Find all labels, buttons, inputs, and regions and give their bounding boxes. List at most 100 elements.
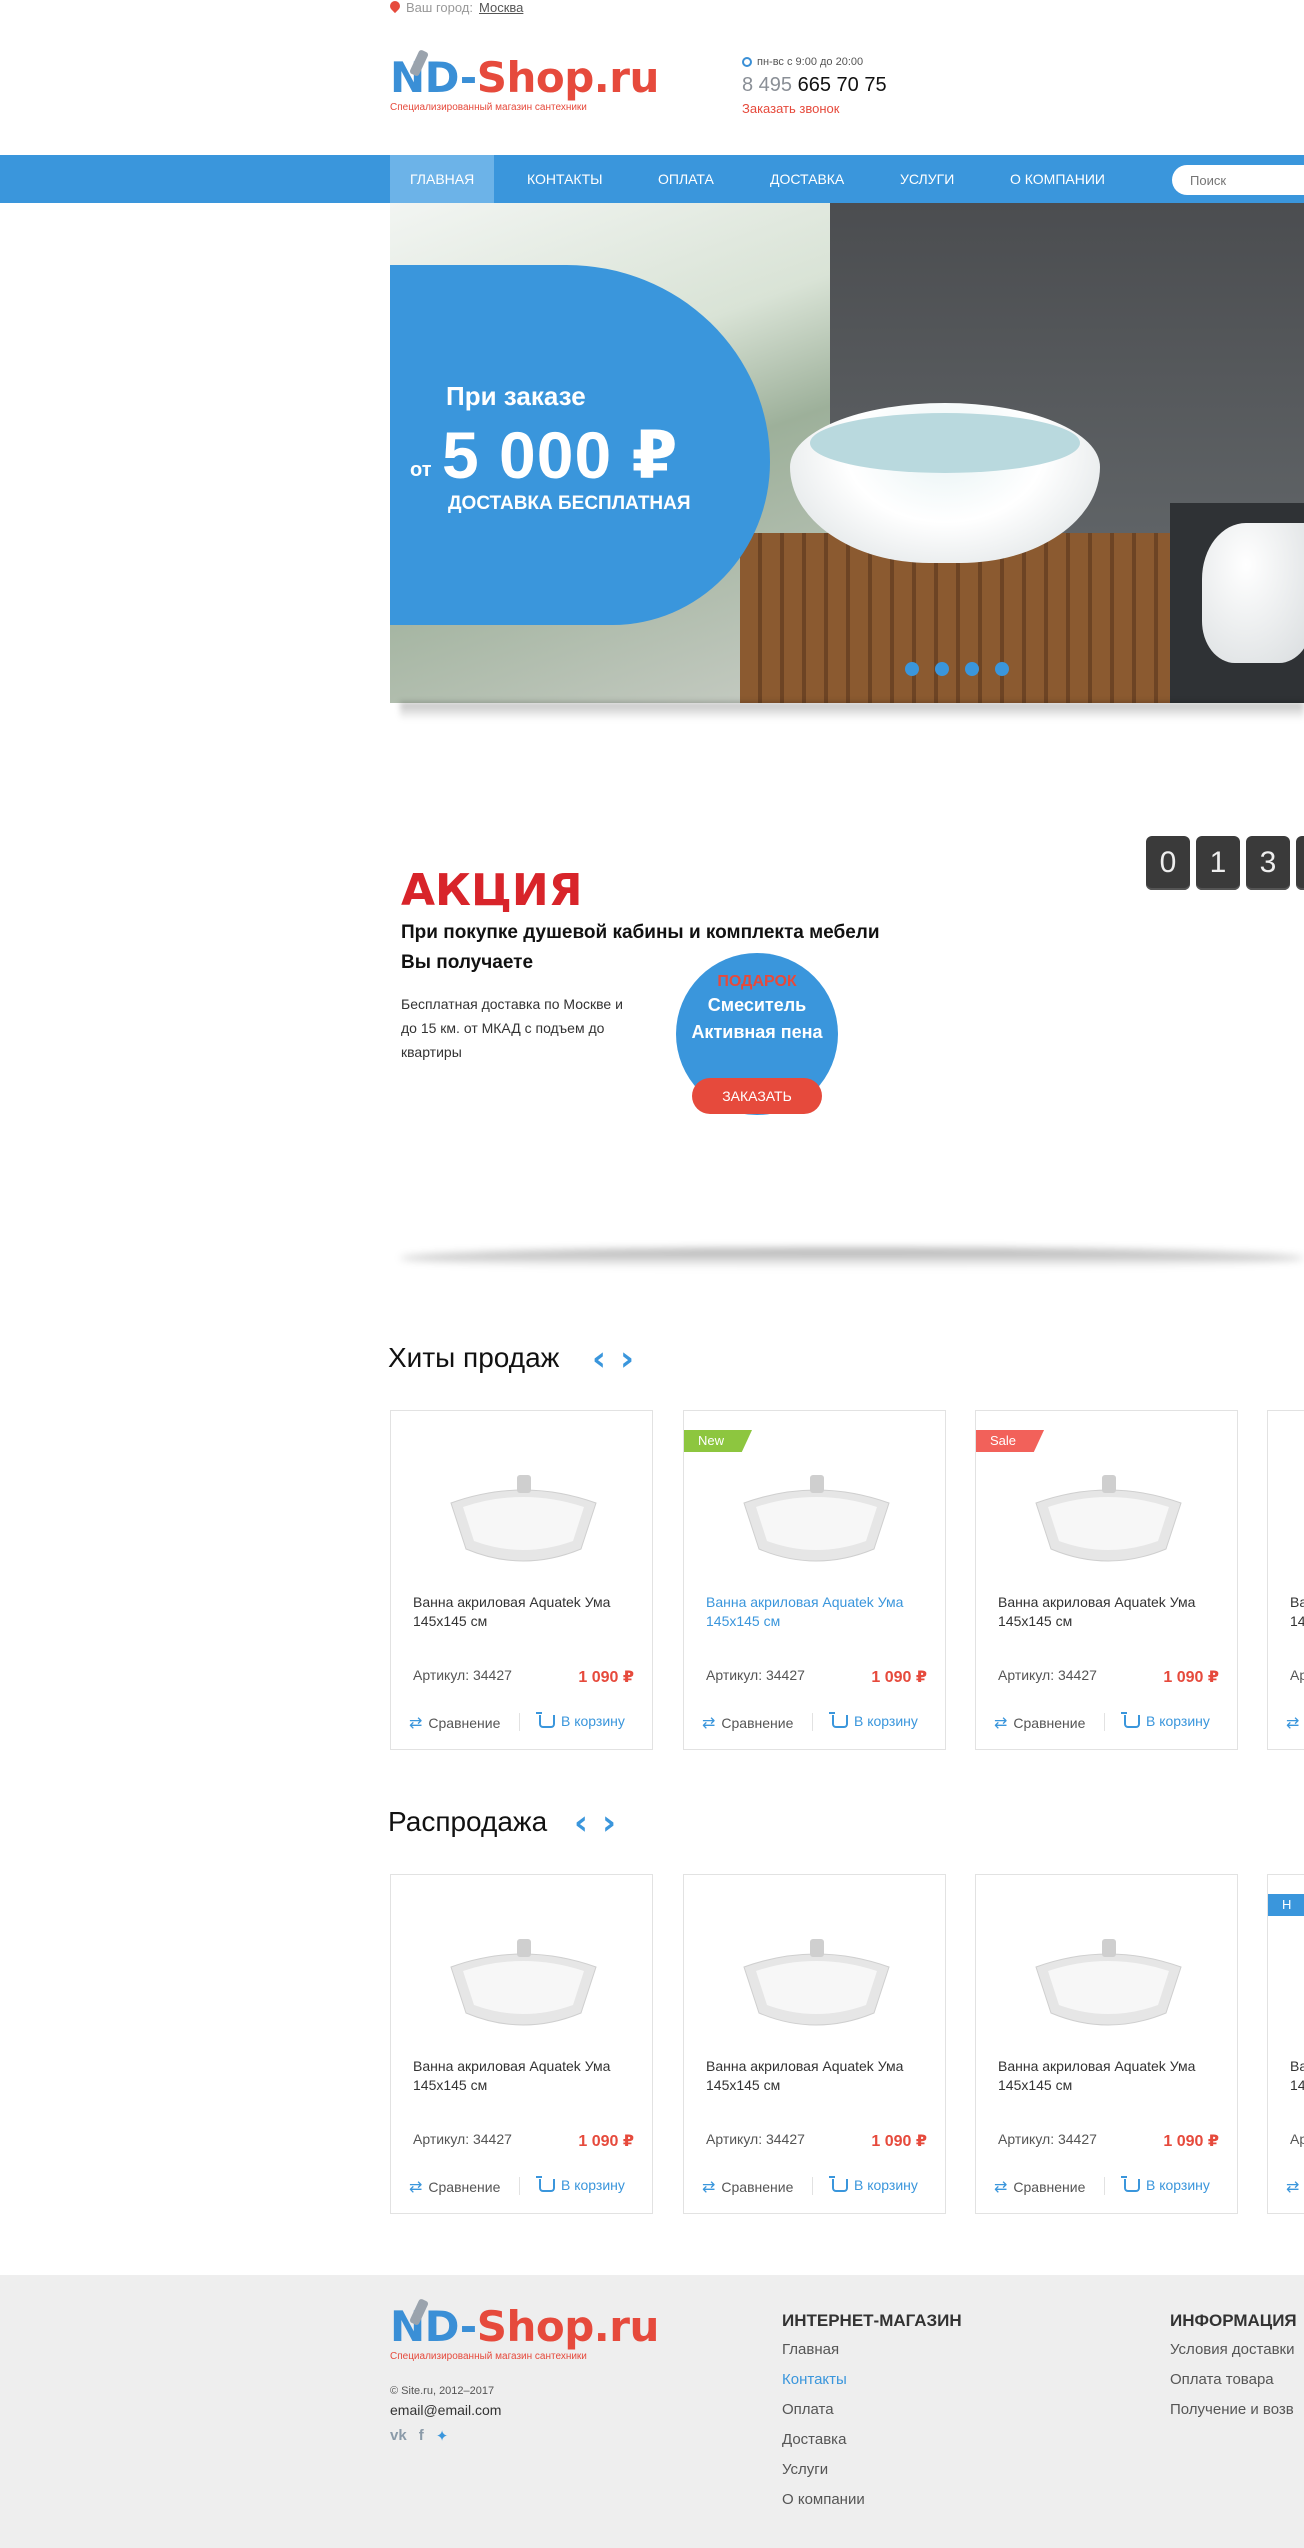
add-to-cart-label: В корзину [561,1713,625,1729]
product-card[interactable]: Ванна акриловая Aquatek Ума 145х145 см Ар… [1267,1410,1304,1750]
header-logo[interactable]: ND-Shop.ru Специализированный магазин са… [390,49,659,113]
product-article: Артикул: 34427 [998,1667,1097,1683]
product-name[interactable]: Ванна акриловая Aquatek Ума 145х145 см [998,2057,1223,2095]
product-card[interactable]: New Ванна акриловая Aquatek Ума 145х145 с… [683,1410,946,1750]
compare-button[interactable]: ⇄Сравнение [409,2177,500,2197]
compare-icon: ⇄ [409,2179,423,2196]
product-image[interactable] [1026,1461,1191,1571]
gift-item: Активная пена [691,1022,823,1042]
sale-next-arrow-icon[interactable]: › [602,1806,616,1840]
product-card[interactable]: Ванна акриловая Aquatek Ума 145х145 см Ар… [390,1874,653,2214]
footer-link-contacts[interactable]: Контакты [782,2371,847,2388]
facebook-icon[interactable]: f [419,2427,424,2445]
product-tag: New [684,1430,753,1452]
footer-link-delivery-terms[interactable]: Условия доставки [1170,2341,1294,2358]
add-to-cart-label: В корзину [854,2177,918,2193]
product-card[interactable]: Ванна акриловая Aquatek Ума 145х145 см Ар… [390,1410,653,1750]
product-name[interactable]: Ванна акриловая Aquatek Ума 145х145 см [706,1593,931,1631]
product-card[interactable]: Ванна акриловая Aquatek Ума 145х145 см Ар… [975,1874,1238,2214]
nav-item-services[interactable]: УСЛУГИ [880,155,974,203]
footer-logo[interactable]: ND-Shop.ru Специализированный магазин са… [390,2298,660,2362]
phone-number[interactable]: 8 495 665 70 75 [742,74,887,97]
compare-icon: ⇄ [702,1715,716,1732]
footer: ND-Shop.ru Специализированный магазин са… [0,2275,1304,2548]
product-tag: Н [1268,1894,1304,1916]
compare-button[interactable]: ⇄Сравнение [409,1713,500,1733]
nav-item-delivery[interactable]: ДОСТАВКА [750,155,864,203]
footer-link-services[interactable]: Услуги [782,2461,828,2478]
sale-prev-arrow-icon[interactable]: ‹ [574,1806,588,1840]
product-price: 1 090 ₽ [578,1669,634,1686]
product-name[interactable]: Ванна акриловая Aquatek Ума 145х145 см [413,1593,638,1631]
product-name[interactable]: Ванна акриловая Aquatek Ума 145х145 см [1290,2057,1304,2095]
product-image[interactable] [734,1925,899,2035]
twitter-icon[interactable]: ✦ [436,2427,449,2445]
nav-item-about[interactable]: О КОМПАНИИ [990,155,1125,203]
search-input[interactable] [1172,165,1304,195]
compare-button[interactable]: ⇄Сравнение [702,2177,793,2197]
countdown-timer: 0 1 3 [1146,836,1304,890]
nav-item-contacts[interactable]: КОНТАКТЫ [507,155,623,203]
compare-button[interactable]: ⇄Сравнение [1286,2177,1304,2197]
product-image[interactable] [441,1461,606,1571]
callback-link[interactable]: Заказать звонок [742,101,887,116]
compare-icon: ⇄ [409,1715,423,1732]
footer-link-returns[interactable]: Получение и возв [1170,2401,1294,2418]
footer-link-home[interactable]: Главная [782,2341,839,2358]
logo-letter-d: D- [424,53,478,102]
product-price: 1 090 ₽ [1163,1669,1219,1686]
product-name[interactable]: Ванна акриловая Aquatek Ума 145х145 см [413,2057,638,2095]
order-button[interactable]: ЗАКАЗАТЬ [692,1078,822,1114]
promo-subtitle-2: Вы получаете [401,952,534,973]
hero-slider[interactable]: При заказе от 5 000 ₽ ДОСТАВКА БЕСПЛАТНА… [390,203,1304,703]
compare-button[interactable]: ⇄Сравнение [994,2177,1085,2197]
city-link[interactable]: Москва [479,0,523,15]
hits-next-arrow-icon[interactable]: › [620,1342,634,1376]
product-card[interactable]: Sale Ванна акриловая Aquatek Ума 145х145 … [975,1410,1238,1750]
bathtub-water [810,413,1080,473]
product-name[interactable]: Ванна акриловая Aquatek Ума 145х145 см [706,2057,931,2095]
divider [812,2177,813,2195]
add-to-cart-button[interactable]: В корзину [536,2175,625,2193]
footer-link-delivery[interactable]: Доставка [782,2431,846,2448]
gift-item: Смеситель [707,995,807,1015]
product-image[interactable] [1026,1925,1191,2035]
add-to-cart-button[interactable]: В корзину [536,1711,625,1729]
compare-button[interactable]: ⇄Сравнение [702,1713,793,1733]
nav-item-home[interactable]: ГЛАВНАЯ [390,155,495,203]
nav-item-payment[interactable]: ОПЛАТА [638,155,734,203]
product-price: 1 090 ₽ [578,2133,634,2150]
product-price: 1 090 ₽ [1163,2133,1219,2150]
city-selector[interactable]: Ваш город: Москва [390,0,523,15]
compare-button[interactable]: ⇄Сравнение [994,1713,1085,1733]
page: Ваш город: Москва ND-Shop.ru Специализир… [0,0,1304,2548]
clock-icon [742,57,752,67]
slider-dot[interactable] [905,662,919,676]
product-card[interactable]: Н Ванна акриловая Aquatek Ума 145х145 см А… [1267,1874,1304,2214]
add-to-cart-button[interactable]: В корзину [829,2175,918,2193]
compare-button[interactable]: ⇄Сравнение [1286,1713,1304,1733]
footer-link-about[interactable]: О компании [782,2491,865,2508]
product-card[interactable]: Ванна акриловая Aquatek Ума 145х145 см Ар… [683,1874,946,2214]
hits-prev-arrow-icon[interactable]: ‹ [592,1342,606,1376]
slider-dot[interactable] [965,662,979,676]
product-name[interactable]: Ванна акриловая Aquatek Ума 145х145 см [1290,1593,1304,1631]
footer-email[interactable]: email@email.com [390,2402,501,2418]
sale-title: Распродажа [388,1806,548,1837]
cart-icon [536,2175,555,2192]
add-to-cart-button[interactable]: В корзину [1121,1711,1210,1729]
product-name[interactable]: Ванна акриловая Aquatek Ума 145х145 см [998,1593,1223,1631]
add-to-cart-button[interactable]: В корзину [829,1711,918,1729]
add-to-cart-button[interactable]: В корзину [1121,2175,1210,2193]
vk-icon[interactable]: vk [390,2427,407,2445]
footer-link-product-payment[interactable]: Оплата товара [1170,2371,1274,2388]
logo-shop: Shop.ru [476,2302,660,2351]
slider-dot[interactable] [935,662,949,676]
product-price: 1 090 ₽ [871,2133,927,2150]
header-contacts: пн-вс с 9:00 до 20:00 8 495 665 70 75 За… [742,56,887,116]
product-image[interactable] [734,1461,899,1571]
slider-dot[interactable] [995,662,1009,676]
footer-link-payment[interactable]: Оплата [782,2401,834,2418]
product-article: Артикул: 34427 [413,2131,512,2147]
product-image[interactable] [441,1925,606,2035]
